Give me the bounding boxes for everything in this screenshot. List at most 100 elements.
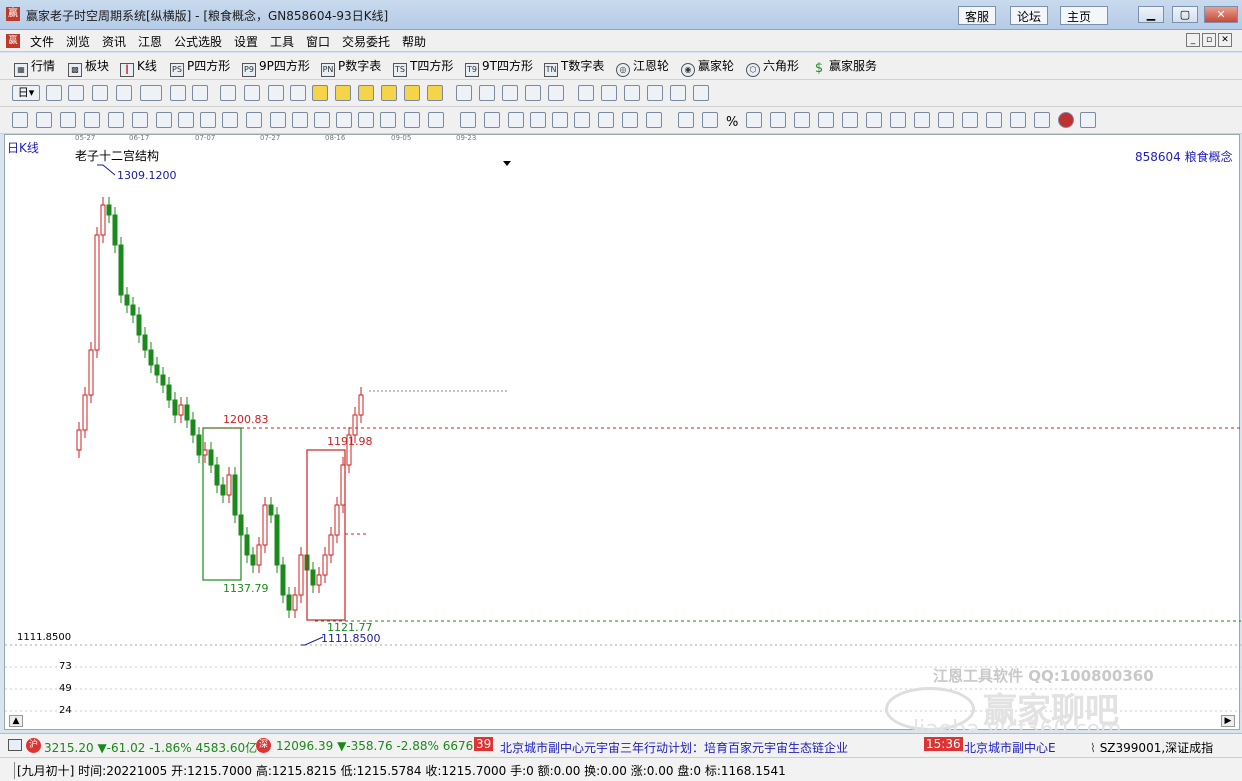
sh-index-quote[interactable]: 3215.20 ▼-61.02 -1.86% 4583.60亿 [44, 739, 257, 756]
gann-tool-icon-1[interactable] [36, 112, 52, 128]
gann-tool-icon-2[interactable] [60, 112, 76, 128]
grid-tool-icon-3[interactable] [646, 112, 662, 128]
taiji-icon[interactable] [1058, 112, 1074, 128]
percent-icon[interactable]: % [726, 115, 738, 130]
menu-tools[interactable]: 工具 [270, 33, 294, 50]
diamond-icon-4[interactable] [381, 85, 397, 101]
minimize-icon[interactable]: ▁ [1138, 6, 1164, 23]
tool-icon-9[interactable] [525, 85, 541, 101]
menu-gann[interactable]: 江恩 [138, 33, 162, 50]
winner-wheel-button[interactable]: ◉ 赢家轮 [681, 57, 734, 77]
9t-square-button[interactable]: T9 9T四方形 [465, 57, 533, 77]
fan-icon-2[interactable] [508, 112, 524, 128]
crosshair-icon[interactable] [479, 85, 495, 101]
service-button[interactable]: 客服 [958, 6, 997, 25]
kline-chart[interactable]: 日K线 老子十二宫结构 858604 粮食概念 05-27 06-17 07-0… [4, 134, 1241, 742]
line-tool-icon-4[interactable] [770, 112, 786, 128]
gann-wheel-button[interactable]: ◎ 江恩轮 [616, 57, 669, 77]
gann-tool-icon-8[interactable] [200, 112, 216, 128]
line-tool-icon-12[interactable] [962, 112, 978, 128]
hexagon-button[interactable]: ⬡ 六角形 [746, 57, 799, 77]
dropdown-arrow-icon[interactable] [503, 161, 511, 166]
diamond-icon-6[interactable] [427, 85, 443, 101]
grid-toggle-icon[interactable] [8, 739, 22, 751]
diamond-icon-1[interactable] [312, 85, 328, 101]
app-menu-icon[interactable]: 赢 [6, 34, 20, 48]
gann-tool-icon-19[interactable] [460, 112, 476, 128]
line-tool-icon-7[interactable] [842, 112, 858, 128]
diamond-icon-2[interactable] [335, 85, 351, 101]
gann-tool-icon-5[interactable] [132, 112, 148, 128]
t-square-button[interactable]: TS T四方形 [393, 57, 453, 77]
line-tool-icon-1[interactable] [678, 112, 694, 128]
tool-icon-10[interactable] [548, 85, 564, 101]
sector-button[interactable]: ▩ 板块 [68, 57, 109, 77]
tool-icon-13[interactable] [693, 85, 709, 101]
line-tool-icon-14[interactable] [1010, 112, 1026, 128]
line-tool-icon-5[interactable] [794, 112, 810, 128]
tool-icon-5[interactable] [140, 85, 162, 101]
gann-tool-icon-10[interactable] [246, 112, 262, 128]
tool-icon-1[interactable] [46, 85, 62, 101]
kline-button[interactable]: ┃ K线 [120, 57, 157, 77]
news-item-2[interactable]: 北京城市副中心E [964, 739, 1080, 756]
grid-tool-icon-1[interactable] [598, 112, 614, 128]
gann-tool-icon-3[interactable] [84, 112, 100, 128]
grid-tool-icon-2[interactable] [622, 112, 638, 128]
menu-info[interactable]: 资讯 [102, 33, 126, 50]
index-selector[interactable]: ⌇ SZ399001,深证成指 [1090, 739, 1213, 756]
pencil-icon[interactable] [12, 112, 28, 128]
diamond-icon-3[interactable] [358, 85, 374, 101]
last-icon[interactable] [244, 85, 260, 101]
p-square-button[interactable]: PS P四方形 [170, 57, 230, 77]
menu-trade[interactable]: 交易委托 [342, 33, 390, 50]
winner-service-button[interactable]: $ 赢家服务 [812, 57, 877, 77]
forum-button[interactable]: 论坛 [1010, 6, 1049, 25]
line-tool-icon-8[interactable] [866, 112, 882, 128]
tool-icon-2[interactable] [68, 85, 84, 101]
first-icon[interactable] [220, 85, 236, 101]
fan-icon-4[interactable] [552, 112, 568, 128]
9p-square-button[interactable]: P9 9P四方形 [242, 57, 310, 77]
p-number-table-button[interactable]: PN P数字表 [321, 57, 381, 77]
menu-file[interactable]: 文件 [30, 33, 54, 50]
mdi-minimize-icon[interactable]: _ [1186, 33, 1200, 47]
tool-icon-3[interactable] [92, 85, 108, 101]
quote-button[interactable]: ▦ 行情 [14, 57, 55, 77]
calculator-icon[interactable] [601, 85, 617, 101]
fan-icon-3[interactable] [530, 112, 546, 128]
tool-icon-8[interactable] [502, 85, 518, 101]
diamond-icon-5[interactable] [404, 85, 420, 101]
infinity-icon[interactable] [1080, 112, 1096, 128]
line-tool-icon-6[interactable] [818, 112, 834, 128]
fan-icon-1[interactable] [484, 112, 500, 128]
gann-tool-icon-14[interactable] [336, 112, 352, 128]
gann-tool-icon-11[interactable] [270, 112, 286, 128]
menu-formula[interactable]: 公式选股 [174, 33, 222, 50]
gann-tool-icon-16[interactable] [380, 112, 396, 128]
mdi-close-icon[interactable]: ✕ [1218, 33, 1232, 47]
menu-settings[interactable]: 设置 [234, 33, 258, 50]
gann-tool-icon-12[interactable] [292, 112, 308, 128]
line-tool-icon-11[interactable] [938, 112, 954, 128]
table-tool-icon[interactable] [1034, 112, 1050, 128]
sz-index-quote[interactable]: 12096.39 ▼-358.76 -2.88% 6676.7 [276, 739, 485, 753]
t-number-table-button[interactable]: TN T数字表 [544, 57, 604, 77]
scroll-right-icon[interactable]: ▶ [1221, 715, 1235, 727]
line-tool-icon-9[interactable] [890, 112, 906, 128]
scroll-up-icon[interactable]: ▲ [9, 715, 23, 727]
line-tool-icon-13[interactable] [986, 112, 1002, 128]
calendar-icon[interactable] [578, 85, 594, 101]
tool-icon-6[interactable] [170, 85, 186, 101]
gann-tool-icon-15[interactable] [358, 112, 374, 128]
period-dropdown-icon[interactable]: 日▾ [12, 85, 40, 101]
mdi-restore-icon[interactable]: ▫ [1202, 33, 1216, 47]
menu-window[interactable]: 窗口 [306, 33, 330, 50]
gann-tool-icon-4[interactable] [108, 112, 124, 128]
fan-icon-5[interactable] [574, 112, 590, 128]
next-icon[interactable] [290, 85, 306, 101]
tool-icon-12[interactable] [670, 85, 686, 101]
line-tool-icon-3[interactable] [746, 112, 762, 128]
gann-tool-icon-18[interactable] [428, 112, 444, 128]
gann-tool-icon-9[interactable] [222, 112, 238, 128]
